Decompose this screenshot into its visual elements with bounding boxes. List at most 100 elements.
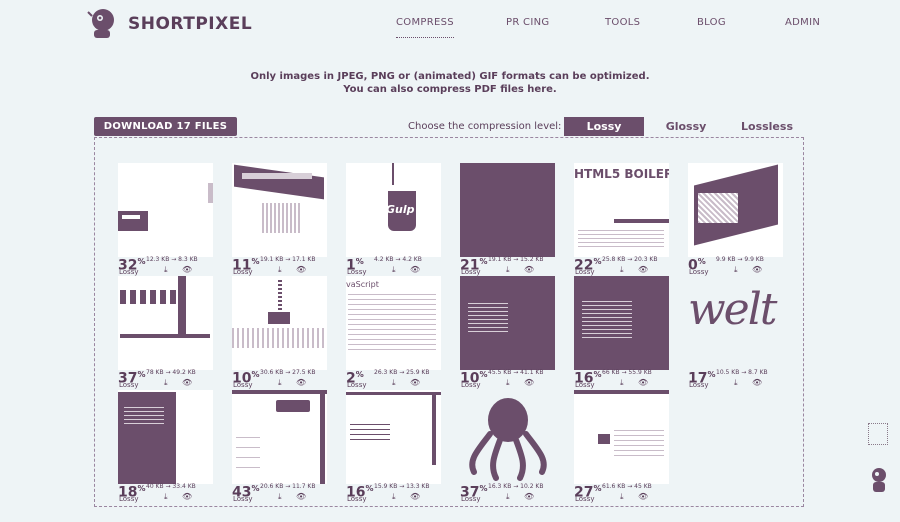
file-card: 37% 16.3 KB → 10.2 KB Lossy ⤓ 👁: [460, 390, 558, 503]
download-icon[interactable]: ⤓: [392, 378, 396, 388]
file-sizes: 9.9 KB → 9.9 KB: [716, 256, 764, 263]
preview-eye-icon[interactable]: 👁: [410, 492, 420, 501]
nav-admin[interactable]: ADMIN: [785, 17, 820, 28]
file-card: 43% 20.6 KB → 11.7 KB Lossy ⤓ 👁: [232, 390, 330, 503]
file-card: 10% 45.5 KB → 41.1 KB Lossy ⤓ 👁: [460, 276, 558, 389]
file-sizes: 61.6 KB → 45 KB: [602, 483, 652, 490]
preview-eye-icon[interactable]: 👁: [638, 378, 648, 387]
download-icon[interactable]: ⤓: [278, 378, 282, 388]
file-thumbnail[interactable]: Gulp: [346, 163, 441, 257]
preview-eye-icon[interactable]: 👁: [182, 265, 192, 274]
download-icon[interactable]: ⤓: [392, 492, 396, 502]
preview-eye-icon[interactable]: 👁: [410, 378, 420, 387]
preview-eye-icon[interactable]: 👁: [524, 265, 534, 274]
file-card: 10% 30.6 KB → 27.5 KB Lossy ⤓ 👁: [232, 276, 330, 389]
nav-compress[interactable]: COMPRESS: [396, 17, 454, 38]
compression-mode: Lossy: [575, 381, 595, 389]
file-sizes: 12.3 KB → 8.3 KB: [146, 256, 198, 263]
download-icon[interactable]: ⤓: [506, 265, 510, 275]
file-card: 18% 40 KB → 33.4 KB Lossy ⤓ 👁: [118, 390, 216, 503]
notice-line-1: Only images in JPEG, PNG or (animated) G…: [250, 71, 650, 82]
nav-pricing[interactable]: PR CING: [506, 17, 549, 28]
file-sizes: 10.5 KB → 8.7 KB: [716, 369, 768, 376]
file-sizes: 20.6 KB → 11.7 KB: [260, 483, 316, 490]
download-icon[interactable]: ⤓: [392, 265, 396, 275]
file-thumbnail[interactable]: [460, 390, 555, 484]
preview-eye-icon[interactable]: 👁: [296, 492, 306, 501]
download-icon[interactable]: ⤓: [620, 492, 624, 502]
chat-mascot-icon[interactable]: [868, 466, 890, 496]
file-thumbnail[interactable]: [460, 163, 555, 257]
file-card: 27% 61.6 KB → 45 KB Lossy ⤓ 👁: [574, 390, 672, 503]
download-icon[interactable]: ⤓: [506, 492, 510, 502]
download-all-button[interactable]: DOWNLOAD 17 FILES: [94, 117, 237, 136]
download-icon[interactable]: ⤓: [164, 265, 168, 275]
file-thumbnail[interactable]: [232, 276, 327, 370]
download-icon[interactable]: ⤓: [620, 378, 624, 388]
preview-eye-icon[interactable]: 👁: [524, 378, 534, 387]
file-thumbnail[interactable]: [688, 163, 783, 257]
download-icon[interactable]: ⤓: [620, 265, 624, 275]
compression-level-label: Choose the compression level:: [408, 121, 562, 132]
thumb-text: HTML5 BOILERPL: [574, 167, 669, 181]
file-thumbnail[interactable]: [232, 163, 327, 257]
preview-eye-icon[interactable]: 👁: [752, 378, 762, 387]
file-sizes: 30.6 KB → 27.5 KB: [260, 369, 316, 376]
download-icon[interactable]: ⤓: [164, 492, 168, 502]
file-thumbnail[interactable]: [118, 163, 213, 257]
file-thumbnail[interactable]: [118, 276, 213, 370]
download-icon[interactable]: ⤓: [164, 378, 168, 388]
compression-mode: Lossy: [233, 381, 253, 389]
download-icon[interactable]: ⤓: [278, 492, 282, 502]
file-card: 16% 66 KB → 55.9 KB Lossy ⤓ 👁: [574, 276, 672, 389]
preview-eye-icon[interactable]: 👁: [410, 265, 420, 274]
file-card: 11% 19.1 KB → 17.1 KB Lossy ⤓ 👁: [232, 163, 330, 276]
format-notice: Only images in JPEG, PNG or (animated) G…: [0, 70, 900, 96]
compression-mode: Lossy: [461, 381, 481, 389]
preview-eye-icon[interactable]: 👁: [182, 378, 192, 387]
download-icon[interactable]: ⤓: [278, 265, 282, 275]
download-icon[interactable]: ⤓: [506, 378, 510, 388]
nav-blog[interactable]: BLOG: [697, 17, 726, 28]
download-icon[interactable]: ⤓: [734, 265, 738, 275]
file-card: vaScript 2% 26.3 KB → 25.9 KB Lossy ⤓ 👁: [346, 276, 444, 389]
file-thumbnail[interactable]: [460, 276, 555, 370]
side-widget-box[interactable]: [868, 423, 888, 445]
nav-tools[interactable]: TOOLS: [605, 17, 640, 28]
level-lossless-button[interactable]: Lossless: [730, 117, 804, 136]
file-card: 0% 9.9 KB → 9.9 KB Lossy ⤓ 👁: [688, 163, 786, 276]
file-thumbnail[interactable]: [574, 390, 669, 484]
file-card: 37% 78 KB → 49.2 KB Lossy ⤓ 👁: [118, 276, 216, 389]
preview-eye-icon[interactable]: 👁: [296, 265, 306, 274]
file-thumbnail[interactable]: vaScript: [346, 276, 441, 370]
level-lossy-button[interactable]: Lossy: [564, 117, 644, 136]
file-card: welt 17% 10.5 KB → 8.7 KB Lossy ⤓ 👁: [688, 276, 786, 389]
file-thumbnail[interactable]: HTML5 BOILERPL: [574, 163, 669, 257]
compression-mode: Lossy: [575, 268, 595, 276]
compression-mode: Lossy: [119, 268, 139, 276]
thumb-text: Gulp: [386, 203, 415, 216]
preview-eye-icon[interactable]: 👁: [296, 378, 306, 387]
file-thumbnail[interactable]: [574, 276, 669, 370]
file-sizes: 15.9 KB → 13.3 KB: [374, 483, 430, 490]
preview-eye-icon[interactable]: 👁: [524, 492, 534, 501]
file-card: 32% 12.3 KB → 8.3 KB Lossy ⤓ 👁: [118, 163, 216, 276]
file-card: Gulp 1% 4.2 KB → 4.2 KB Lossy ⤓ 👁: [346, 163, 444, 276]
notice-line-2: You can also compress PDF files here.: [343, 84, 557, 95]
file-thumbnail[interactable]: welt: [688, 276, 783, 370]
preview-eye-icon[interactable]: 👁: [638, 265, 648, 274]
file-thumbnail[interactable]: [346, 390, 441, 484]
file-thumbnail[interactable]: [232, 390, 327, 484]
thumb-text: welt: [688, 284, 777, 335]
preview-eye-icon[interactable]: 👁: [638, 492, 648, 501]
file-sizes: 19.1 KB → 17.1 KB: [260, 256, 316, 263]
level-glossy-button[interactable]: Glossy: [650, 117, 722, 136]
download-icon[interactable]: ⤓: [734, 378, 738, 388]
file-card: 21% 19.1 KB → 15.2 KB Lossy ⤓ 👁: [460, 163, 558, 276]
file-thumbnail[interactable]: [118, 390, 213, 484]
file-sizes: 45.5 KB → 41.1 KB: [488, 369, 544, 376]
preview-eye-icon[interactable]: 👁: [182, 492, 192, 501]
octopus-image: [469, 398, 547, 481]
file-sizes: 4.2 KB → 4.2 KB: [374, 256, 422, 263]
preview-eye-icon[interactable]: 👁: [752, 265, 762, 274]
